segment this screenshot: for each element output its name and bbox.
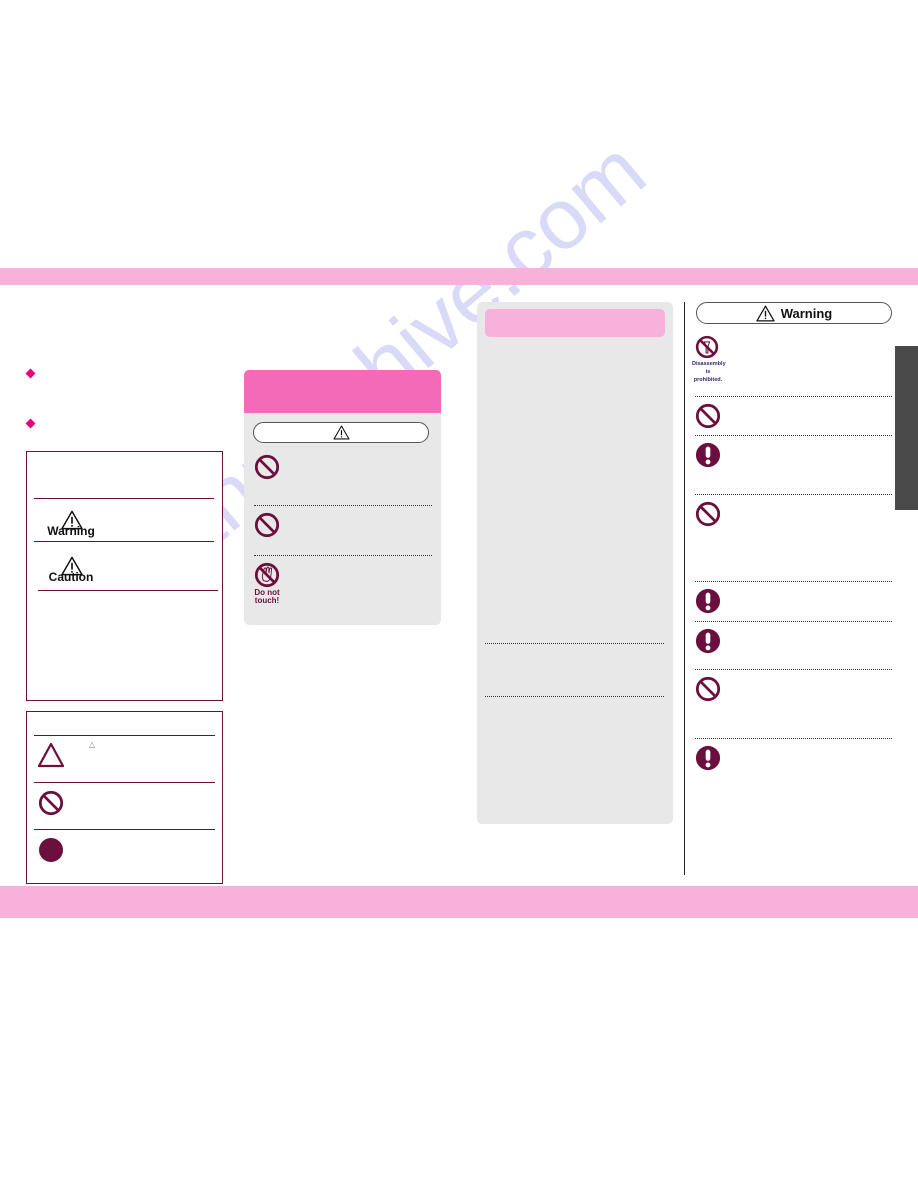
disassembly-prohibited-caption: Disassembly is prohibited.: [692, 361, 726, 383]
warning-triangle-icon: [333, 425, 350, 440]
mandatory-icon: [695, 745, 721, 771]
prohibited-icon: [38, 790, 64, 816]
divider: [34, 782, 215, 783]
dotted-divider: [695, 621, 892, 622]
column-divider: [684, 302, 685, 875]
diamond-bullet-icon: [25, 368, 36, 379]
do-not-touch-caption: Do not touch!: [254, 588, 280, 605]
symbol-box: △: [26, 711, 223, 884]
dotted-divider: [485, 696, 664, 697]
do-not-touch-icon: [254, 562, 280, 588]
warning-label: Warning: [47, 524, 95, 538]
warning-triangle-icon: [756, 305, 775, 322]
prohibited-icon: [254, 512, 280, 538]
dotted-divider: [695, 669, 892, 670]
info-panel-header: [485, 309, 665, 337]
dotted-divider: [695, 435, 892, 436]
bottom-band: [0, 886, 918, 918]
prohibited-icon: [695, 501, 721, 527]
attention-triangle-icon: [37, 742, 65, 768]
top-band: [0, 268, 918, 285]
warning-pill-label: Warning: [780, 305, 833, 321]
dotted-divider: [254, 555, 432, 556]
divider: [34, 541, 214, 542]
divider: [38, 590, 218, 591]
prohibited-icon: [695, 676, 721, 702]
dotted-divider: [695, 581, 892, 582]
prohibited-icon: [695, 403, 721, 429]
mandatory-dot-icon: [39, 838, 63, 862]
inline-triangle-glyph: △: [89, 740, 96, 749]
legend-box: Warning Caution: [26, 451, 223, 701]
prohibited-icon: [254, 454, 280, 480]
divider: [34, 498, 214, 499]
dotted-divider: [485, 643, 664, 644]
mandatory-icon: [695, 442, 721, 468]
info-panel: [477, 302, 673, 824]
divider: [34, 829, 215, 830]
caution-label: Caution: [48, 570, 94, 584]
diamond-bullet-icon: [25, 418, 36, 429]
dotted-divider: [695, 494, 892, 495]
disassembly-prohibited-icon: [695, 335, 719, 359]
warning-pill: Warning: [696, 302, 892, 324]
dotted-divider: [695, 396, 892, 397]
warning-pill: [253, 422, 429, 443]
side-index-tab[interactable]: [895, 346, 918, 510]
mandatory-icon: [695, 628, 721, 654]
mandatory-icon: [695, 588, 721, 614]
safety-panel-header: [244, 370, 441, 413]
dotted-divider: [695, 738, 892, 739]
divider: [34, 735, 215, 736]
dotted-divider: [254, 505, 432, 506]
